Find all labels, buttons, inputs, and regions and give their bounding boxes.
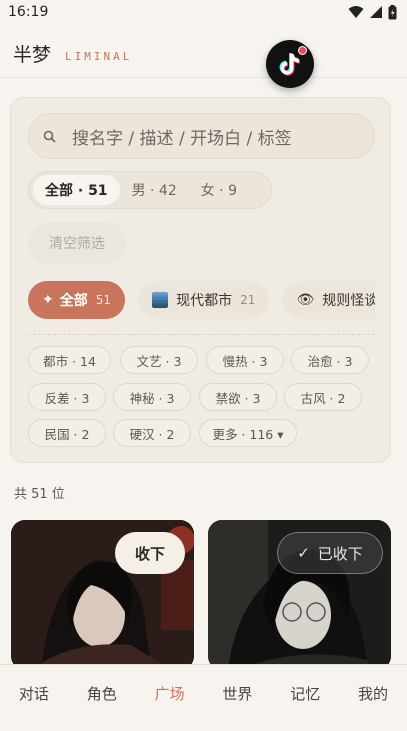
tag-more-button[interactable]: 更多 · 116 ▾ bbox=[199, 419, 297, 447]
tag-chip[interactable]: 古风 · 2 bbox=[284, 383, 362, 411]
nav-memory[interactable]: 记忆 bbox=[290, 683, 320, 704]
gender-filter-female[interactable]: 女 · 9 bbox=[189, 175, 249, 205]
result-count: 共 51 位 bbox=[14, 487, 65, 502]
nav-plaza[interactable]: 广场 bbox=[155, 683, 185, 704]
nav-chat[interactable]: 对话 bbox=[19, 683, 49, 704]
floating-app-button[interactable] bbox=[266, 40, 314, 88]
category-label: 全部 bbox=[59, 293, 88, 309]
wifi-icon bbox=[348, 6, 364, 18]
status-bar: 16:19 bbox=[0, 0, 407, 24]
filter-panel: 搜名字 / 描述 / 开场白 / 标签 全部 · 51 男 · 42 女 · 9… bbox=[10, 97, 391, 463]
notification-dot bbox=[298, 46, 307, 55]
gender-filter: 全部 · 51 男 · 42 女 · 9 bbox=[28, 171, 272, 209]
category-rule-horror[interactable]: 👁 规则怪谈 bbox=[282, 281, 375, 319]
city-icon bbox=[152, 292, 169, 308]
category-label: 规则怪谈 bbox=[322, 293, 375, 309]
nav-me[interactable]: 我的 bbox=[358, 683, 388, 704]
gender-filter-all[interactable]: 全部 · 51 bbox=[33, 175, 120, 205]
tag-chip[interactable]: 慢热 · 3 bbox=[206, 346, 284, 374]
tag-chip[interactable]: 反差 · 3 bbox=[28, 383, 106, 411]
tag-chip[interactable]: 硬汉 · 2 bbox=[113, 419, 191, 447]
status-icons bbox=[348, 4, 397, 20]
category-count: 21 bbox=[240, 293, 256, 307]
tag-chip[interactable]: 文艺 · 3 bbox=[120, 346, 198, 374]
divider bbox=[28, 334, 375, 335]
gender-filter-male[interactable]: 男 · 42 bbox=[120, 175, 189, 205]
character-card[interactable]: 收下 bbox=[11, 520, 194, 670]
collected-label: 已收下 bbox=[317, 544, 363, 563]
tag-chip[interactable]: 民国 · 2 bbox=[28, 419, 106, 447]
clear-filters-button[interactable]: 清空筛选 bbox=[28, 222, 126, 264]
app-header: 半梦 LIMINAL bbox=[0, 30, 407, 78]
collect-button[interactable]: 收下 bbox=[115, 532, 185, 574]
character-card[interactable]: ✓ 已收下 bbox=[208, 520, 391, 670]
sparkle-icon: ✦ bbox=[42, 292, 54, 308]
tag-chip[interactable]: 神秘 · 3 bbox=[113, 383, 191, 411]
bottom-nav: 对话 角色 广场 世界 记忆 我的 bbox=[0, 664, 407, 731]
tag-chip[interactable]: 治愈 · 3 bbox=[291, 346, 369, 374]
category-row: ✦ 全部 51 现代都市 21 👁 规则怪谈 bbox=[28, 281, 375, 321]
battery-icon bbox=[388, 4, 397, 19]
eye-icon: 👁 bbox=[296, 292, 315, 308]
tag-chip[interactable]: 都市 · 14 bbox=[28, 346, 111, 374]
collected-button[interactable]: ✓ 已收下 bbox=[277, 532, 383, 574]
status-time: 16:19 bbox=[8, 4, 49, 20]
search-input[interactable]: 搜名字 / 描述 / 开场白 / 标签 bbox=[28, 113, 375, 159]
app-subtitle: LIMINAL bbox=[65, 50, 133, 63]
category-all[interactable]: ✦ 全部 51 bbox=[28, 281, 126, 319]
category-modern-city[interactable]: 现代都市 21 bbox=[138, 281, 270, 319]
nav-world[interactable]: 世界 bbox=[222, 683, 252, 704]
tag-chip[interactable]: 禁欲 · 3 bbox=[199, 383, 277, 411]
signal-icon bbox=[370, 6, 382, 18]
check-icon: ✓ bbox=[297, 544, 310, 562]
nav-characters[interactable]: 角色 bbox=[87, 683, 117, 704]
music-note-icon bbox=[279, 53, 300, 76]
category-label: 现代都市 bbox=[176, 293, 233, 309]
search-placeholder: 搜名字 / 描述 / 开场白 / 标签 bbox=[72, 128, 292, 149]
app-title: 半梦 bbox=[13, 44, 52, 66]
category-count: 51 bbox=[95, 293, 112, 307]
search-icon bbox=[43, 130, 56, 143]
